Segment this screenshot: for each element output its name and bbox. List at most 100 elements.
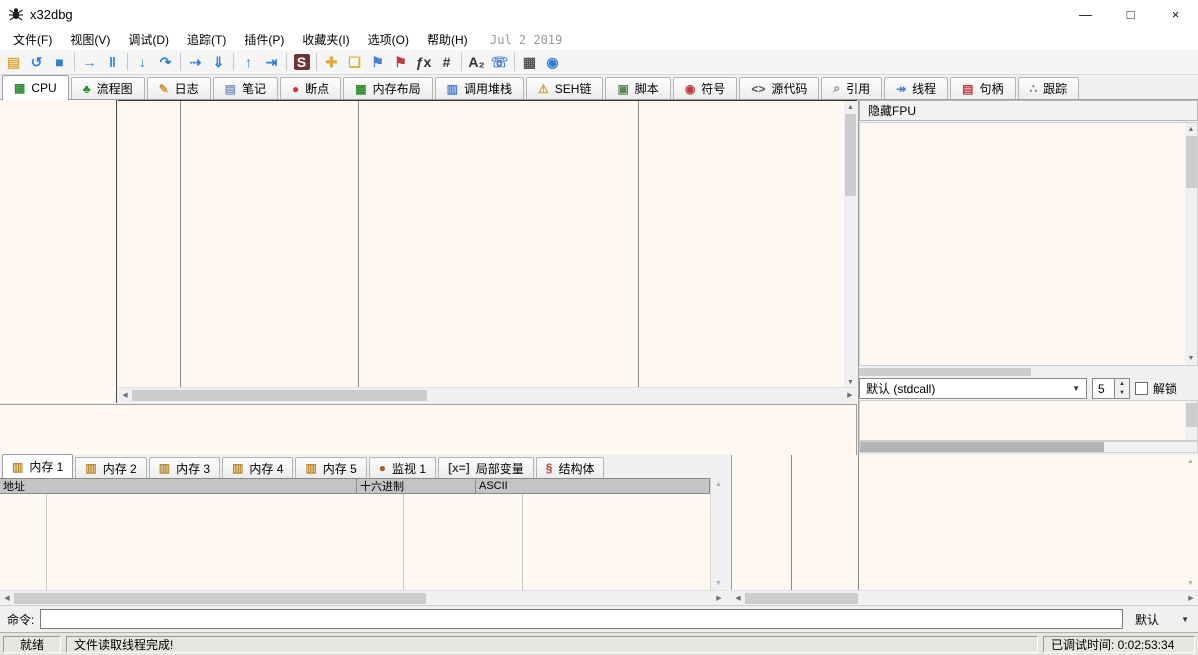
stop-icon[interactable]: ■ [48,51,71,73]
arguments-view[interactable] [859,400,1198,441]
scroll-down-icon[interactable]: ▼ [1183,577,1198,590]
dump-tab[interactable]: ● 监视 1 [369,457,436,478]
scrollbar-thumb[interactable] [860,442,1104,453]
scroll-right-icon[interactable]: ▶ [843,392,857,399]
column-divider[interactable] [858,455,859,590]
registers-vscrollbar[interactable]: ▲ ▼ [1185,123,1197,365]
scroll-right-icon[interactable]: ▶ [1184,595,1198,602]
column-divider[interactable] [791,455,792,590]
column-divider[interactable] [638,101,639,388]
menu-item[interactable]: 调试(D) [119,29,178,50]
calling-convention-select[interactable]: 默认 (stdcall) ▼ [859,378,1087,399]
scrollbar-thumb[interactable] [14,593,426,604]
scroll-left-icon[interactable]: ◀ [0,595,14,602]
minimize-button[interactable]: — [1063,0,1108,28]
scroll-left-icon[interactable]: ◀ [118,392,132,399]
open-file-icon[interactable]: ▤ [2,51,25,73]
close-button[interactable]: × [1153,0,1198,28]
view-tab[interactable]: ♣ 流程图 [71,77,145,99]
pause-icon[interactable]: ‖ [101,51,124,73]
view-tab[interactable]: ▤ 笔记 [213,77,278,99]
scrollbar-thumb[interactable] [1186,136,1197,188]
scrollbar-thumb[interactable] [845,114,856,196]
scylla-icon[interactable]: S [290,51,313,73]
view-tab[interactable]: ● 断点 [280,77,341,99]
menu-item[interactable]: 插件(P) [235,29,293,50]
hide-fpu-button[interactable]: 隐藏FPU [859,100,1198,121]
step-out-icon[interactable]: ↑ [237,51,260,73]
dump-column-header[interactable]: 地址 [0,479,357,493]
scroll-right-icon[interactable]: ▶ [712,595,726,602]
menu-item[interactable]: 收藏夹(I) [293,29,358,50]
view-tab[interactable]: ◉ 符号 [673,77,738,99]
menu-item[interactable]: 视图(V) [61,29,119,50]
dump-hscrollbar[interactable]: ◀ ▶ [0,590,726,605]
view-tab[interactable]: ⌕ 引用 [821,77,882,99]
scrollbar-thumb[interactable] [745,593,858,604]
calculator-icon[interactable]: ▦ [518,51,541,73]
scrollbar-thumb[interactable] [859,368,1031,376]
menu-item[interactable]: 选项(O) [359,29,418,50]
unlock-checkbox[interactable] [1135,382,1148,395]
disassembly-view[interactable]: ▲ ▼ ◀ ▶ [118,100,857,403]
view-tab[interactable]: ⚠ SEH链 [526,77,603,99]
menu-item[interactable]: 追踪(T) [178,29,235,50]
scroll-up-icon[interactable]: ▲ [844,101,857,114]
disassembly-vscrollbar[interactable]: ▲ ▼ [844,101,857,389]
bookmarks-icon[interactable]: ⚑ [389,51,412,73]
text-a2-icon[interactable]: A₂ [465,51,488,73]
dump-column-header[interactable] [703,479,710,493]
view-tab[interactable]: ✎ 日志 [147,77,211,99]
command-profile-select[interactable]: 默认 ▼ [1129,609,1195,629]
dump-column-header[interactable]: ASCII [476,479,703,493]
instruction-info-box[interactable] [0,404,857,455]
view-tab[interactable]: ↠ 线程 [884,77,948,99]
memory-map-globe-icon[interactable]: ◉ [541,51,564,73]
disassembly-hscrollbar[interactable]: ◀ ▶ [118,387,857,403]
dump-tab[interactable]: § 结构体 [536,457,605,478]
notify-device-icon[interactable]: ☏ [488,51,511,73]
registers-view[interactable] [859,122,1198,366]
run-to-user-code-icon[interactable]: ⇥ [260,51,283,73]
hash-icon[interactable]: # [435,51,458,73]
spinner-up-icon[interactable]: ▲ [1115,379,1129,389]
argument-count-stepper[interactable]: 5 ▲ ▼ [1092,378,1130,399]
spinner-down-icon[interactable]: ▼ [1115,389,1129,399]
view-tab[interactable]: ▦ CPU [2,75,69,100]
stack-vscrollbar[interactable]: ▲ ▼ [1183,455,1198,590]
scrollbar-thumb[interactable] [1186,403,1197,427]
dump-tab[interactable]: ▥ 内存 1 [2,454,73,478]
disassembly-sidebar[interactable] [0,100,117,403]
menu-item[interactable]: 帮助(H) [418,29,477,50]
arguments-vscrollbar[interactable] [1185,401,1197,440]
view-tab[interactable]: ▥ 调用堆栈 [435,77,524,99]
stack-hscrollbar[interactable]: ◀ ▶ [731,590,1198,605]
run-icon[interactable]: → [78,51,101,73]
view-tab[interactable]: ∴ 跟踪 [1018,77,1080,99]
dump-tab[interactable]: ▥ 内存 3 [149,457,220,478]
stack-view[interactable]: ▲ ▼ [731,455,1198,590]
patch-icon[interactable]: ✚ [320,51,343,73]
dump-column-header[interactable]: 十六进制 [357,479,476,493]
scroll-down-icon[interactable]: ▼ [1185,352,1197,365]
dump-table-body[interactable] [0,494,710,590]
trace-over-icon[interactable]: ⇓ [207,51,230,73]
scroll-up-icon[interactable]: ▲ [1183,455,1198,468]
maximize-button[interactable]: □ [1108,0,1153,28]
view-tab[interactable]: ▦ 内存布局 [343,77,432,99]
scroll-left-icon[interactable]: ◀ [731,595,745,602]
step-over-icon[interactable]: ↷ [154,51,177,73]
menu-item[interactable]: 文件(F) [4,29,61,50]
registers-hscrollbar[interactable] [859,367,1198,377]
scroll-up-icon[interactable]: ▲ [1185,123,1197,136]
column-divider[interactable] [180,101,181,388]
view-tab[interactable]: ▤ 句柄 [950,77,1015,99]
step-into-icon[interactable]: ↓ [131,51,154,73]
dump-tab[interactable]: [x=] 局部变量 [438,457,534,478]
restart-icon[interactable]: ↺ [25,51,48,73]
scroll-down-icon[interactable]: ▼ [711,577,726,590]
dump-tab[interactable]: ▥ 内存 4 [222,457,293,478]
dump-vscrollbar[interactable]: ▲ ▼ [710,478,726,590]
view-tab[interactable]: ▣ 脚本 [605,77,670,99]
scrollbar-thumb[interactable] [132,390,427,401]
